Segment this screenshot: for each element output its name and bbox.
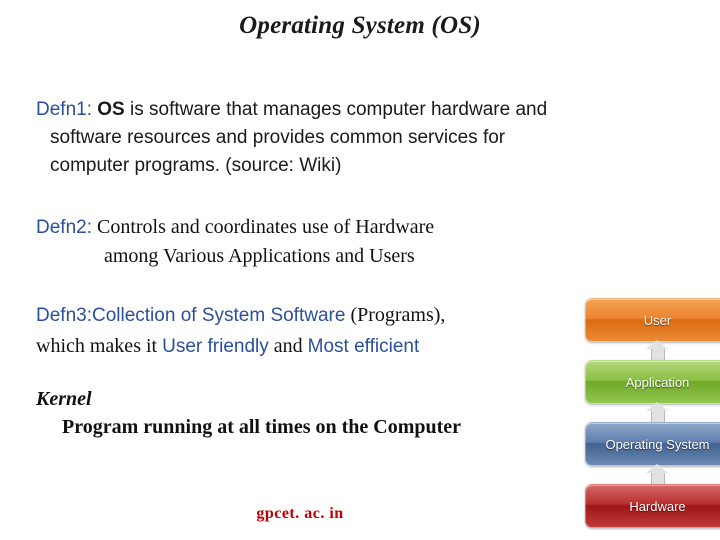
kernel-body: Program running at all times on the Comp…	[62, 416, 462, 438]
definition-3-line2-highlight-2: Most efficient	[307, 336, 420, 357]
slide: Operating System (OS) Defn1: OS is softw…	[0, 0, 720, 540]
footer-url: gpcet. ac. in	[256, 505, 344, 522]
stack-layer-application: Application	[585, 360, 720, 404]
definition-2-line2: among Various Applications and Users	[104, 245, 415, 267]
stack-layer-operating-system-label: Operating System	[605, 436, 710, 452]
definition-3-line2-a: which makes it	[36, 335, 163, 357]
stack-layer-operating-system: Operating System	[585, 422, 720, 466]
definition-3: Defn3:Collection of System Software (Pro…	[36, 300, 581, 362]
stack-layer-hardware: Hardware	[585, 484, 720, 528]
definition-2-line1: Controls and coordinates use of Hardware	[91, 216, 435, 238]
definition-1-emphasis: OS	[97, 99, 125, 120]
kernel-section: Kernel Program running at all times on t…	[36, 386, 596, 442]
up-arrow-icon	[646, 402, 668, 422]
definition-2: Defn2: Controls and coordinates use of H…	[36, 213, 636, 270]
stack-layer-application-label: Application	[625, 374, 690, 390]
definition-1: Defn1: OS is software that manages compu…	[36, 96, 691, 180]
definition-3-label: Defn3:	[36, 305, 92, 326]
definition-3-part2: (Programs),	[345, 304, 446, 326]
definition-1-line3: computer programs. (source: Wiki)	[50, 155, 342, 176]
stack-layer-hardware-label: Hardware	[629, 498, 686, 514]
definition-3-highlight: Collection of System Software	[91, 305, 346, 326]
up-arrow-icon	[646, 464, 668, 484]
definition-1-label: Defn1:	[36, 99, 92, 120]
kernel-title: Kernel	[36, 388, 92, 410]
up-arrow-icon	[646, 340, 668, 360]
definition-1-line2: software resources and provides common s…	[50, 127, 506, 148]
definition-3-line2-highlight-1: User friendly	[162, 336, 269, 357]
page-title: Operating System (OS)	[239, 12, 481, 39]
stack-layer-user: User	[585, 298, 720, 342]
stack-layer-user-label: User	[643, 312, 672, 328]
os-stack-diagram: User Application Operating System Hardwa…	[585, 298, 720, 540]
definition-1-line1: is software that manages computer hardwa…	[124, 99, 548, 120]
definition-2-label: Defn2:	[36, 217, 92, 238]
definition-3-line2-b: and	[268, 335, 308, 357]
